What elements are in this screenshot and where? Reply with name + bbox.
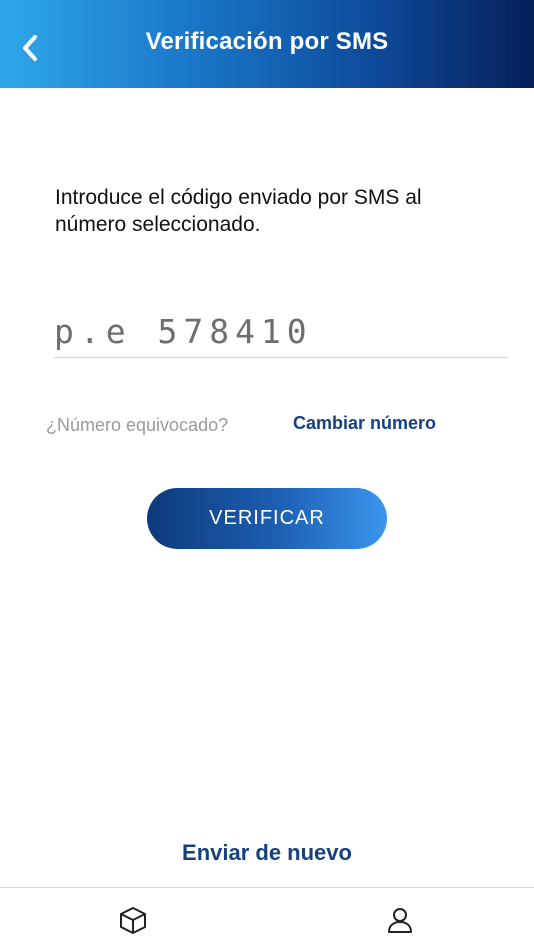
resend-code-link[interactable]: Enviar de nuevo: [0, 840, 534, 866]
wrong-number-label: ¿Número equivocado?: [46, 415, 229, 435]
page-title: Verificación por SMS: [145, 28, 389, 55]
verify-button[interactable]: VERIFICAR: [147, 488, 387, 549]
app-header: Verificación por SMS: [0, 0, 534, 88]
tab-profile[interactable]: [384, 904, 416, 936]
change-number-link[interactable]: Cambiar número: [293, 413, 436, 434]
tab-packages[interactable]: [117, 904, 149, 936]
bottom-navigation: [0, 887, 534, 950]
user-icon: [388, 908, 412, 933]
instruction-text: Introduce el código enviado por SMS al n…: [55, 186, 422, 236]
sms-code-input[interactable]: [54, 306, 508, 358]
sms-verification-screen: Verificación por SMS Introduce el código…: [0, 0, 534, 950]
box-icon: [120, 907, 146, 934]
